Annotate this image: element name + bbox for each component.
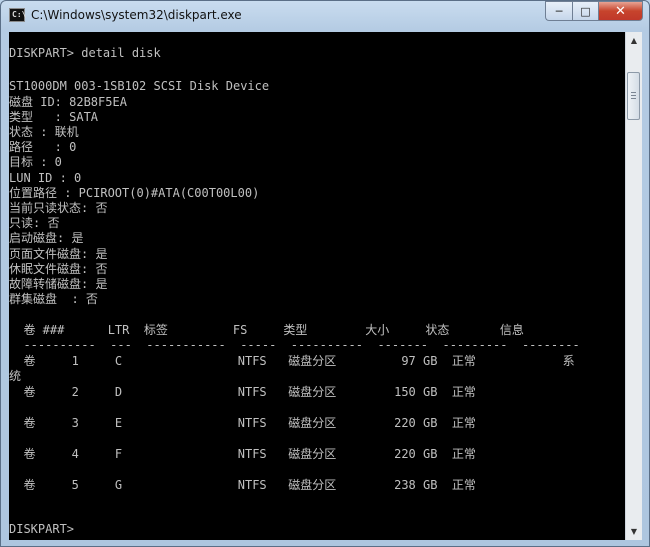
console-line: LUN ID : 0 [9, 171, 82, 185]
console-line: 类型 : SATA [9, 110, 99, 124]
console-line: 路径 : 0 [9, 140, 77, 154]
table-row: 卷 1 C NTFS 磁盘分区 97 GB 正常 系 [9, 354, 575, 368]
minimize-button[interactable]: ─ [545, 1, 572, 21]
close-button[interactable]: ✕ [598, 1, 643, 21]
command-prompt: DISKPART> [9, 522, 75, 536]
console-line: 状态 : 联机 [9, 125, 79, 139]
scroll-thumb[interactable] [627, 72, 640, 120]
table-row: 卷 4 F NTFS 磁盘分区 220 GB 正常 [9, 447, 476, 461]
scroll-up-arrow-icon[interactable]: ▲ [626, 32, 642, 49]
console-line: 故障转储磁盘: 是 [9, 277, 108, 291]
title-bar[interactable]: C:\ C:\Windows\system32\diskpart.exe ─ □… [1, 1, 649, 31]
console-line: 位置路径 : PCIROOT(0)#ATA(C00T00L00) [9, 186, 260, 200]
table-row: 卷 2 D NTFS 磁盘分区 150 GB 正常 [9, 385, 476, 399]
table-row-wrap: 统 [9, 369, 22, 383]
console-window: C:\ C:\Windows\system32\diskpart.exe ─ □… [0, 0, 650, 547]
console-line: 页面文件磁盘: 是 [9, 247, 108, 261]
grip-icon [631, 92, 636, 100]
console-line: 休眠文件磁盘: 否 [9, 262, 108, 276]
console-line: 启动磁盘: 是 [9, 231, 84, 245]
volume-table-header: 卷 ### LTR 标签 FS 类型 大小 状态 信息 [9, 323, 524, 337]
window-title: C:\Windows\system32\diskpart.exe [31, 8, 242, 22]
console-output[interactable]: DISKPART> detail disk ST1000DM 003-1SB10… [9, 32, 625, 540]
table-row: 卷 5 G NTFS 磁盘分区 238 GB 正常 [9, 478, 476, 492]
console-line: 磁盘 ID: 82B8F5EA [9, 95, 127, 109]
window-controls: ─ □ ✕ [545, 1, 643, 21]
console-line: 当前只读状态: 否 [9, 201, 108, 215]
vertical-scrollbar[interactable]: ▲ ▼ [625, 32, 642, 540]
table-row: 卷 3 E NTFS 磁盘分区 220 GB 正常 [9, 416, 476, 430]
maximize-button[interactable]: □ [572, 1, 598, 21]
console-line: 只读: 否 [9, 216, 60, 230]
cmd-app-icon[interactable]: C:\ [9, 8, 26, 22]
volume-table-separator: ---------- --- ----------- ----- -------… [9, 338, 580, 352]
console-line: DISKPART> detail disk [9, 46, 161, 60]
scroll-down-arrow-icon[interactable]: ▼ [626, 523, 642, 540]
console-line: 群集磁盘 : 否 [9, 292, 98, 306]
console-line: ST1000DM 003-1SB102 SCSI Disk Device [9, 79, 270, 93]
console-line: 目标 : 0 [9, 155, 62, 169]
